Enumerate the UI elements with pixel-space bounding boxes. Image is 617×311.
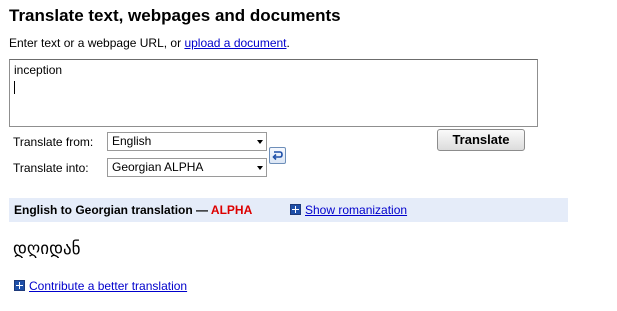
source-text-value: inception xyxy=(14,63,63,77)
contribute-translation-label: Contribute a better translation xyxy=(29,279,188,293)
alpha-badge: ALPHA xyxy=(210,203,253,217)
translate-button[interactable]: Translate xyxy=(437,129,525,151)
upload-document-link[interactable]: upload a document xyxy=(184,36,286,50)
swap-languages-button[interactable] xyxy=(269,147,286,164)
intro-suffix: . xyxy=(286,36,290,50)
source-text-input[interactable]: inception xyxy=(9,59,538,127)
source-language-value: English xyxy=(112,134,152,148)
dropdown-arrow-icon xyxy=(257,140,263,144)
swap-languages-icon xyxy=(272,151,283,161)
intro-text: Enter text or a webpage URL, or upload a… xyxy=(9,36,290,50)
target-language-select[interactable]: Georgian ALPHA xyxy=(107,158,267,177)
show-romanization-label: Show romanization xyxy=(305,203,408,217)
translation-direction: English to Georgian translation — xyxy=(14,203,211,217)
plus-box-icon xyxy=(14,280,25,291)
translation-result: დღიდან xyxy=(13,239,81,259)
result-header: English to Georgian translation — ALPHA … xyxy=(9,198,568,222)
page-title: Translate text, webpages and documents xyxy=(9,6,341,25)
translate-into-label: Translate into: xyxy=(13,161,89,175)
text-caret xyxy=(14,81,15,94)
dropdown-arrow-icon xyxy=(257,166,263,170)
target-language-value: Georgian ALPHA xyxy=(112,160,204,174)
translate-from-label: Translate from: xyxy=(13,135,94,149)
source-language-select[interactable]: English xyxy=(107,132,267,151)
result-header-title: English to Georgian translation — ALPHA xyxy=(14,203,252,217)
show-romanization-link[interactable]: Show romanization xyxy=(290,203,407,217)
intro-prefix: Enter text or a webpage URL, or xyxy=(9,36,185,50)
contribute-translation-link[interactable]: Contribute a better translation xyxy=(14,279,187,293)
plus-box-icon xyxy=(290,204,301,215)
